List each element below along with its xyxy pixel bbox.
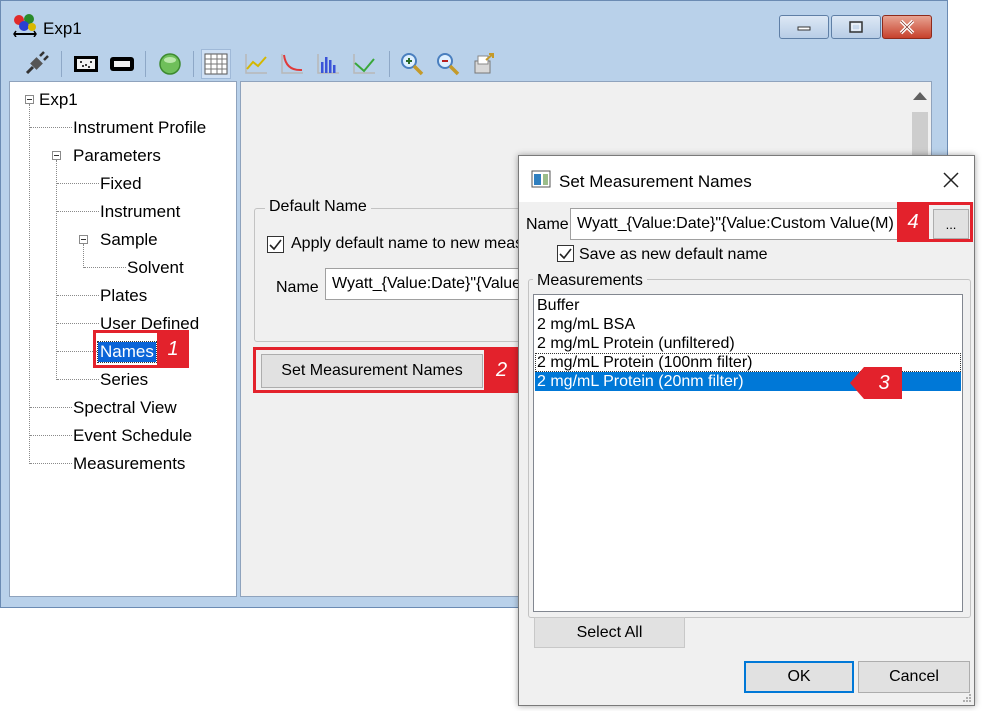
tree-node-parameters[interactable]: Parameters (73, 146, 161, 166)
tree-guide (30, 435, 72, 436)
run-status-button[interactable] (155, 49, 185, 79)
maximize-button[interactable] (831, 15, 881, 39)
save-default-name-checkbox[interactable] (557, 245, 574, 262)
run-status-icon (159, 53, 181, 75)
save-default-name-label: Save as new default name (579, 246, 768, 263)
checkmark-icon (559, 248, 572, 260)
zoom-in-icon (401, 53, 424, 76)
correlation-graph-button[interactable] (241, 49, 271, 79)
histogram-icon (317, 54, 339, 74)
cancel-button[interactable]: Cancel (858, 661, 970, 693)
instrument-display-button[interactable] (71, 49, 101, 79)
zoom-out-icon (437, 53, 460, 76)
name-label: Name (276, 279, 319, 296)
toolbar-separator (145, 51, 146, 77)
toolbar-separator (193, 51, 194, 77)
export-button[interactable] (469, 49, 499, 79)
collapse-toggle-parameters[interactable] (52, 151, 61, 160)
default-name-group: Default Name Apply default name to new m… (254, 198, 565, 342)
close-icon (899, 19, 915, 35)
dialog-title: Set Measurement Names (559, 172, 752, 191)
ok-button[interactable]: OK (744, 661, 854, 693)
collapse-toggle-exp1[interactable] (25, 95, 34, 104)
measurements-list[interactable]: Buffer 2 mg/mL BSA 2 mg/mL Protein (unfi… (533, 294, 963, 612)
dialog-window-icon (531, 170, 551, 188)
maximize-icon (849, 21, 863, 33)
callout-3-tag: 3 (878, 371, 890, 394)
tree-guide (57, 323, 99, 324)
decay-graph-button[interactable] (277, 49, 307, 79)
callout-2-box (253, 347, 519, 393)
tree-guide (57, 183, 99, 184)
measurement-item-protein-unfiltered[interactable]: 2 mg/mL Protein (unfiltered) (535, 334, 961, 353)
tree-guide (30, 127, 72, 128)
tree-guide (84, 267, 126, 268)
tree-node-measurements[interactable]: Measurements (73, 454, 185, 474)
tree-node-exp1[interactable]: Exp1 (39, 90, 78, 110)
close-button[interactable] (882, 15, 932, 39)
tree-guide (57, 351, 97, 352)
tree-node-event-schedule[interactable]: Event Schedule (73, 426, 192, 446)
app-molecule-icon (13, 14, 37, 37)
minimize-icon (797, 26, 811, 31)
scrollbar-thumb[interactable] (912, 112, 928, 156)
select-all-button[interactable]: Select All (534, 617, 685, 648)
tree-node-solvent[interactable]: Solvent (127, 258, 184, 278)
tree-guide (29, 104, 30, 464)
tree-guide (57, 379, 99, 380)
tree-node-sample[interactable]: Sample (100, 230, 158, 250)
dialog-title-bar[interactable]: Set Measurement Names (519, 156, 974, 202)
apply-default-name-label: Apply default name to new meas (291, 235, 524, 252)
tree-node-spectral-view[interactable]: Spectral View (73, 398, 177, 418)
collapse-toggle-sample[interactable] (79, 235, 88, 244)
default-name-group-title: Default Name (265, 198, 371, 216)
instrument-display-icon (74, 56, 98, 72)
cell-button[interactable] (107, 49, 137, 79)
zoom-in-button[interactable] (397, 49, 427, 79)
tree-guide (56, 160, 57, 380)
tree-guide (57, 295, 99, 296)
tree-guide (30, 463, 72, 464)
toolbar-separator (61, 51, 62, 77)
window-title: Exp1 (43, 19, 82, 38)
tree-node-fixed[interactable]: Fixed (100, 174, 142, 194)
tree-guide (30, 407, 72, 408)
tree-node-instrument-profile[interactable]: Instrument Profile (73, 118, 206, 138)
zoom-out-button[interactable] (433, 49, 463, 79)
table-view-button[interactable] (201, 49, 231, 79)
checkmark-icon (269, 239, 282, 251)
histogram-button[interactable] (313, 49, 343, 79)
connect-button[interactable] (21, 49, 51, 79)
measurements-group-title: Measurements (533, 272, 647, 290)
cell-icon (110, 57, 134, 71)
callout-4-tag: 4 (897, 202, 929, 242)
callout-2-tag: 2 (484, 347, 519, 393)
scroll-up-arrow-icon[interactable] (913, 92, 927, 100)
title-bar[interactable]: Exp1 (1, 1, 947, 45)
apply-default-name-checkbox[interactable] (267, 236, 284, 253)
tree-guide (57, 211, 99, 212)
dialog-name-label: Name (526, 216, 569, 233)
measurement-item-buffer[interactable]: Buffer (535, 296, 961, 315)
regression-graph-icon (353, 54, 375, 74)
toolbar (9, 45, 939, 81)
export-icon (474, 53, 494, 74)
tree-node-series[interactable]: Series (100, 370, 148, 390)
minimize-button[interactable] (779, 15, 829, 39)
tree-node-plates[interactable]: Plates (100, 286, 147, 306)
measurement-item-bsa[interactable]: 2 mg/mL BSA (535, 315, 961, 334)
callout-1-tag: 1 (157, 330, 189, 368)
table-view-icon (204, 53, 228, 75)
resize-grip-icon[interactable] (962, 693, 972, 703)
tree-guide (83, 244, 84, 268)
regression-graph-button[interactable] (349, 49, 379, 79)
dialog-close-icon[interactable] (939, 168, 963, 192)
correlation-graph-icon (245, 54, 267, 74)
toolbar-separator (389, 51, 390, 77)
decay-graph-icon (281, 54, 303, 74)
connect-plug-icon (25, 51, 49, 75)
tree-node-instrument[interactable]: Instrument (100, 202, 180, 222)
measurement-name-template-input[interactable]: Wyatt_{Value:Date}"{Value:Custom Value(M… (570, 208, 901, 240)
